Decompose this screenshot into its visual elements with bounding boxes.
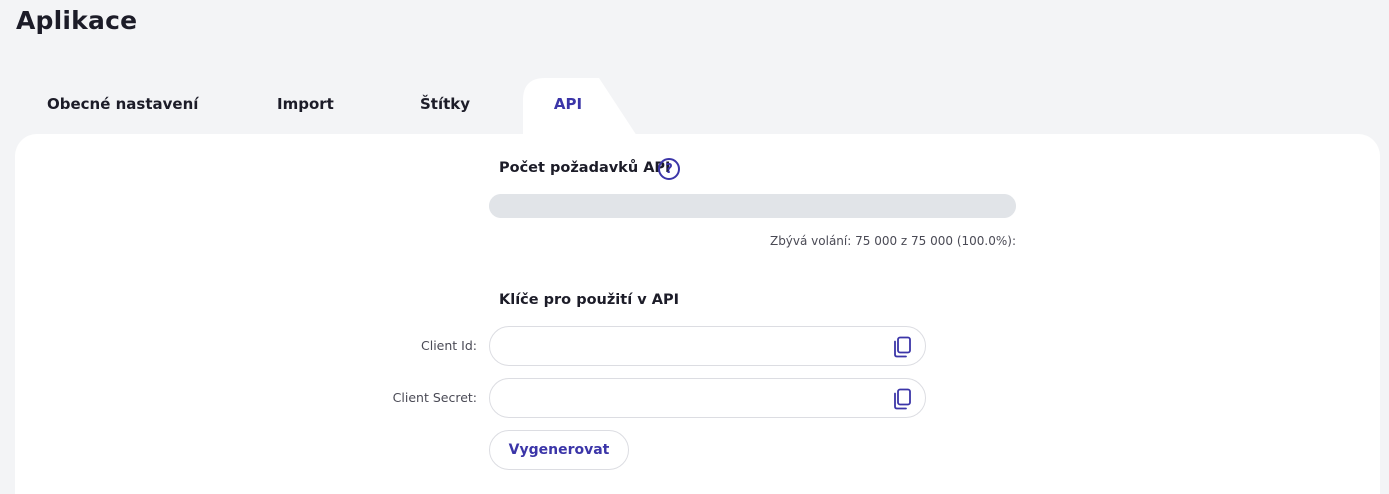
client-id-label: Client Id: <box>421 338 477 353</box>
api-remaining-calls: Zbývá volání: 75 000 z 75 000 (100.0%): <box>770 234 1016 248</box>
tab-import[interactable]: Import <box>277 78 334 134</box>
client-id-field <box>489 326 926 366</box>
client-id-input[interactable] <box>506 327 886 365</box>
api-requests-title: Počet požadavků API <box>499 160 671 176</box>
client-secret-label: Client Secret: <box>392 390 477 405</box>
api-keys-title: Klíče pro použití v API <box>499 292 679 308</box>
api-remaining-text: Zbývá volání: 75 000 z 75 000 (100.0%): <box>769 234 1016 248</box>
copy-icon[interactable] <box>892 388 912 410</box>
tab-labels[interactable]: Štítky <box>420 78 470 134</box>
api-settings-panel: Počet požadavků API ? Zbývá volání: 75 0… <box>15 134 1380 494</box>
client-secret-input[interactable] <box>506 379 886 417</box>
tab-api[interactable]: API <box>523 78 613 134</box>
question-circle-icon[interactable]: ? <box>658 158 680 180</box>
copy-icon[interactable] <box>892 336 912 358</box>
tab-general-settings[interactable]: Obecné nastavení <box>47 78 198 134</box>
api-requests-progress-fill <box>489 194 1016 218</box>
client-secret-field <box>489 378 926 418</box>
api-requests-progress-bar <box>489 194 1016 218</box>
generate-button[interactable]: Vygenerovat <box>489 430 629 470</box>
tab-bar: Obecné nastavení Import Štítky API <box>15 78 715 136</box>
page-title: Aplikace <box>16 6 138 35</box>
